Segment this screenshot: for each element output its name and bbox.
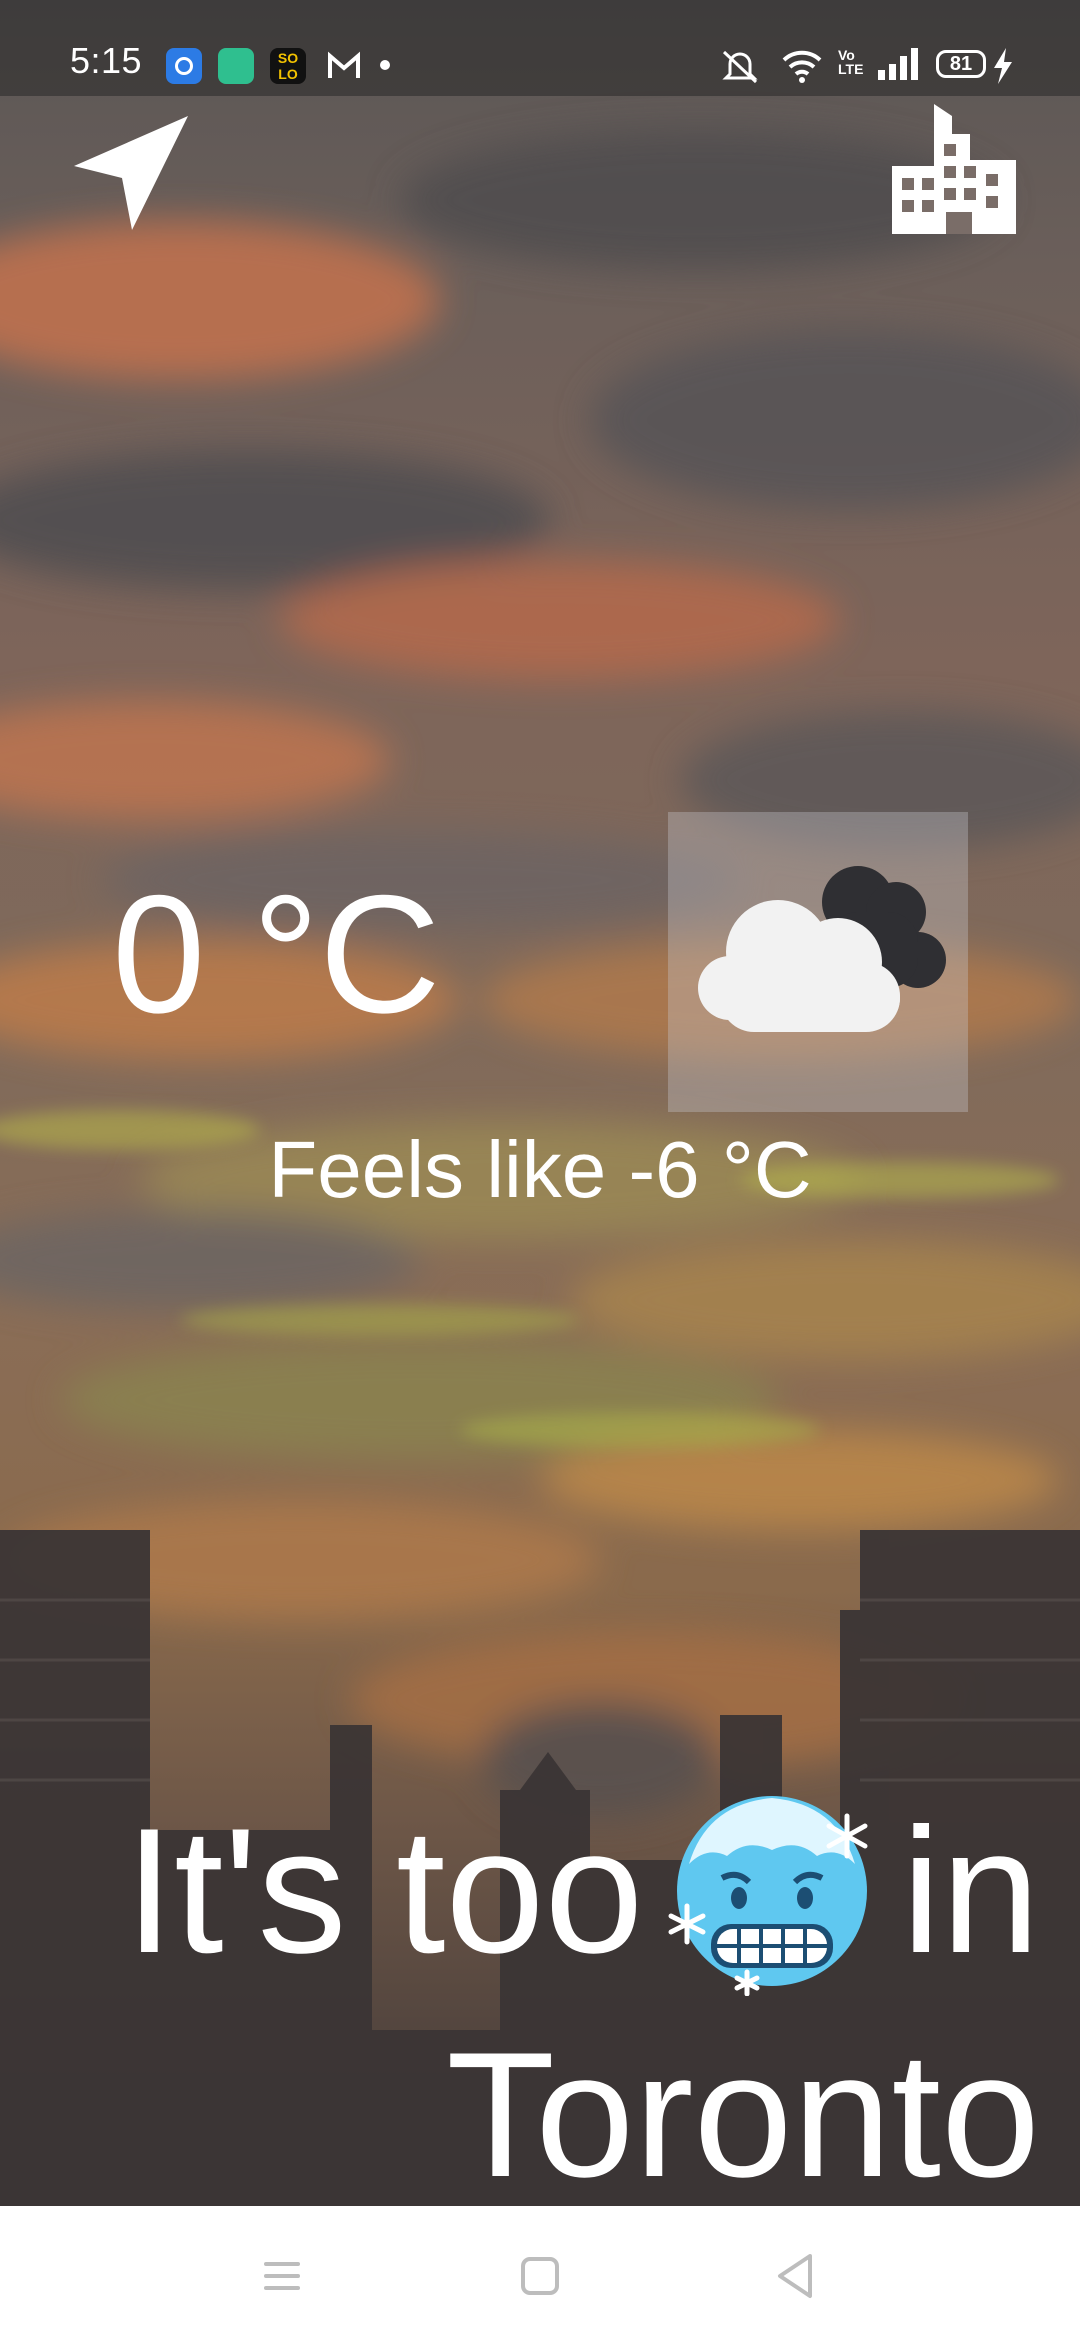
city-buildings-icon[interactable] [888,104,1016,234]
headline-text-in: in [901,1791,1040,1990]
green-app-icon [218,48,254,84]
status-bar: 5:15 SO LO Vo LTE 81 [0,0,1080,96]
status-time: 5:15 [70,40,143,81]
weather-headline: It's too in Toronto [40,1786,1040,2220]
gmail-icon [328,51,360,78]
navigation-arrow-icon[interactable] [70,108,200,238]
current-temperature: 0 °C [112,860,441,1048]
blue-circle-app-icon [166,48,202,84]
home-icon[interactable] [510,2246,570,2306]
solo-app-icon: SO LO [270,48,306,84]
partly-cloudy-icon [698,866,946,1032]
dot-indicator-icon [380,60,390,70]
mute-icon [722,50,758,84]
feels-like-temperature: Feels like -6 °C [268,1125,812,1214]
wifi-icon [782,50,822,83]
system-navigation-bar [0,2206,1080,2340]
battery-level: 81 [949,53,973,75]
recents-icon[interactable] [252,2246,312,2306]
city-name: Toronto [446,2014,1040,2214]
volte-icon: Vo LTE [838,47,864,77]
headline-text-start: It's too [124,1791,644,1990]
signal-icon [878,48,918,80]
weather-condition-tile [668,812,968,1112]
cold-face-emoji-icon [667,1786,877,1997]
back-icon[interactable] [766,2246,826,2306]
battery-icon: 81 [936,50,986,78]
charging-icon [994,48,1012,84]
